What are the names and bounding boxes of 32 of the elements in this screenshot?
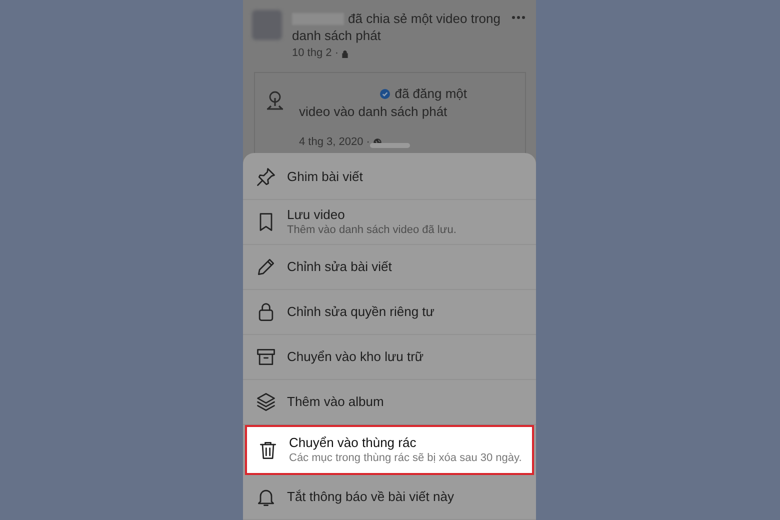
post-text: đã đăng một <box>394 85 467 102</box>
post-text: đã chia sẻ một video trong <box>348 10 500 27</box>
menu-item-title: Chuyển vào kho lưu trữ <box>287 349 424 365</box>
archive-box-icon <box>255 346 277 368</box>
menu-item-title: Chuyển vào thùng rác <box>289 435 418 451</box>
menu-item-title: Thêm vào album <box>287 394 384 410</box>
verified-badge-icon <box>380 88 390 98</box>
menu-item-title: Chỉnh sửa bài viết <box>287 259 392 275</box>
menu-item-subtitle: Các mục trong thùng rác sẽ bị xóa sau 30 ngày. <box>289 451 522 465</box>
post-text: danh sách phát <box>292 27 382 44</box>
avatar <box>252 10 282 40</box>
menu-item-subtitle: Thêm vào danh sách video đã lưu. <box>287 223 456 237</box>
trash-icon <box>257 439 279 461</box>
pencil-icon <box>255 256 277 278</box>
menu-item[interactable]: Chuyển vào kho lưu trữ <box>243 335 536 380</box>
menu-item-title: Tắt thông báo về bài viết này <box>287 489 454 505</box>
menu-item-title: Lưu video <box>287 207 346 223</box>
post-date: 10 thg 2 · <box>292 46 338 61</box>
menu-item[interactable]: Ghim bài viết <box>243 155 536 200</box>
post-text: video vào danh sách phát <box>299 103 448 120</box>
menu-item[interactable]: Chuyển vào thùng rác Các mục trong thùng rác sẽ bị xóa sau 30 ngày. <box>245 425 534 475</box>
lock-icon <box>341 50 350 58</box>
menu-item-title: Ghim bài viết <box>287 169 363 185</box>
menu-item-title: Chỉnh sửa quyền riêng tư <box>287 304 434 320</box>
post-date: 4 thg 3, 2020 · <box>299 135 370 150</box>
menu-item[interactable]: Chỉnh sửa quyền riêng tư <box>243 290 536 335</box>
menu-item[interactable]: Chỉnh sửa bài viết <box>243 245 536 290</box>
drag-handle[interactable] <box>370 143 410 148</box>
pin-icon <box>255 166 277 188</box>
menu-item[interactable]: Tắt thông báo về bài viết này <box>243 475 536 520</box>
layers-icon <box>255 391 277 413</box>
menu-item[interactable]: Lưu video Thêm vào danh sách video đã lưu. <box>243 200 536 245</box>
